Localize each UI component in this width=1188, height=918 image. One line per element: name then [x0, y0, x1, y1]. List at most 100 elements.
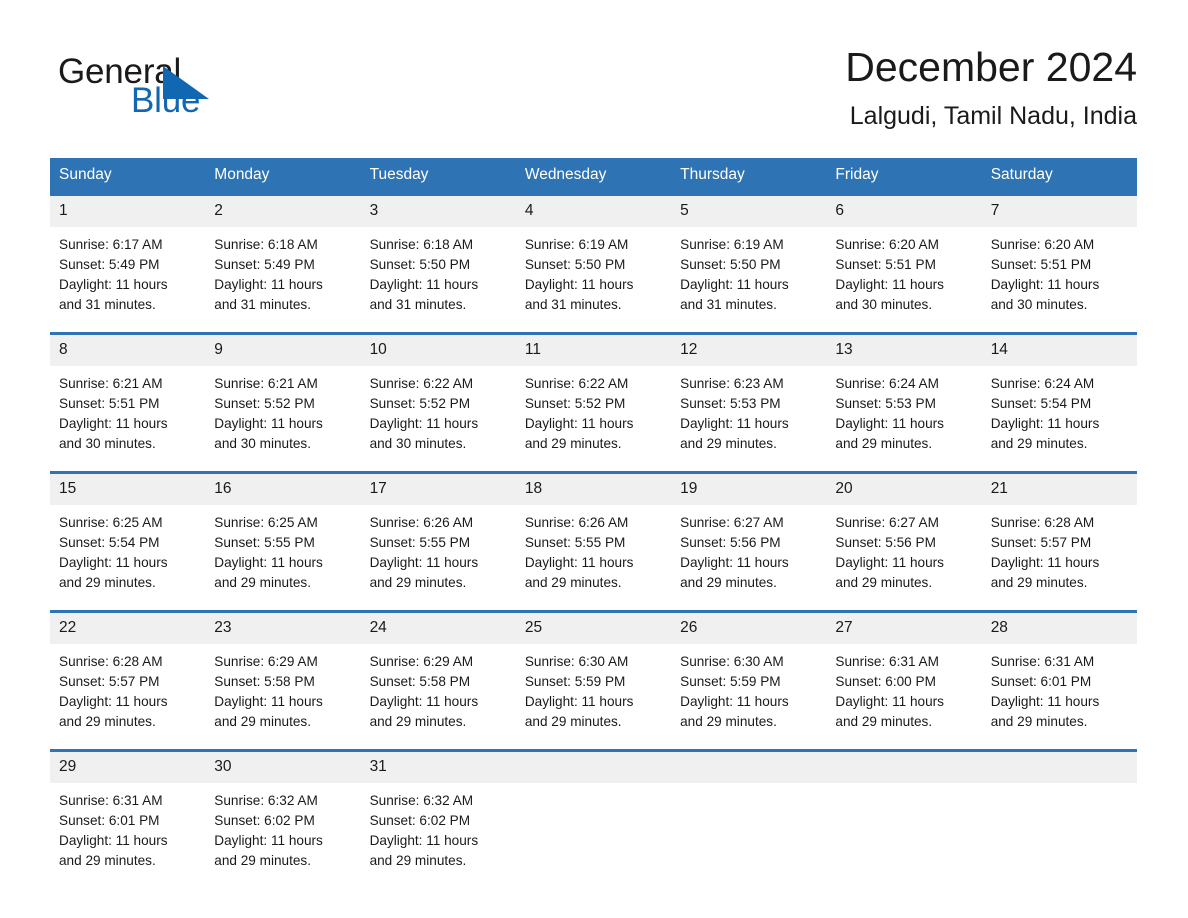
day-details: Sunrise: 6:23 AM Sunset: 5:53 PM Daylight:… — [671, 366, 826, 454]
calendar-day-cell[interactable]: 13 Sunrise: 6:24 AM Sunset: 5:53 PM Dayligh… — [826, 332, 982, 451]
sunrise-time: Sunrise: 6:21 AM — [214, 376, 318, 391]
sunrise-time: Sunrise: 6:32 AM — [214, 793, 318, 808]
daylight-duration-line1: Daylight: 11 hours — [990, 277, 1100, 292]
daylight-duration-line1: Daylight: 11 hours — [990, 694, 1100, 709]
calendar-day-cell[interactable]: 8 Sunrise: 6:21 AM Sunset: 5:51 PM Daylight… — [50, 332, 206, 454]
day-cell-inner: 14 Sunrise: 6:24 AM Sunset: 5:54 PM Dayligh… — [981, 335, 1137, 454]
title-block: December 2024 Lalgudi, Tamil Nadu, India — [845, 40, 1137, 132]
calendar-day-cell — [826, 749, 982, 868]
day-details: Sunrise: 6:27 AM Sunset: 5:56 PM Daylight:… — [671, 505, 826, 593]
calendar-day-cell[interactable]: 20 Sunrise: 6:27 AM Sunset: 5:56 PM Dayligh… — [826, 471, 982, 590]
calendar-header-row: Sunday Monday Tuesday Wednesday Thursday… — [50, 158, 1137, 195]
day-number: 23 — [205, 613, 361, 644]
day-cell-inner: 4 Sunrise: 6:19 AM Sunset: 5:50 PM Daylight… — [515, 196, 672, 315]
day-cell-inner: 2 Sunrise: 6:18 AM Sunset: 5:49 PM Daylight… — [205, 196, 361, 312]
daylight-duration-line1: Daylight: 11 hours — [214, 277, 323, 292]
calendar-day-cell[interactable]: 14 Sunrise: 6:24 AM Sunset: 5:54 PM Dayligh… — [981, 332, 1137, 454]
day-number: 18 — [515, 474, 672, 505]
calendar-day-cell[interactable]: 2 Sunrise: 6:18 AM Sunset: 5:49 PM Daylight… — [205, 193, 361, 312]
day-cell-inner — [826, 752, 982, 868]
daylight-duration-line1: Daylight: 11 hours — [680, 416, 789, 431]
generalblue-logo[interactable]: General Blue — [58, 52, 318, 130]
daylight-duration-line1: Daylight: 11 hours — [680, 694, 789, 709]
calendar-day-cell[interactable]: 27 Sunrise: 6:31 AM Sunset: 6:00 PM Dayligh… — [826, 610, 982, 729]
calendar-day-cell[interactable]: 21 Sunrise: 6:28 AM Sunset: 5:57 PM Dayligh… — [981, 471, 1137, 590]
day-cell-inner: 8 Sunrise: 6:21 AM Sunset: 5:51 PM Daylight… — [50, 335, 206, 454]
day-number: 11 — [515, 335, 672, 366]
day-details: Sunrise: 6:19 AM Sunset: 5:50 PM Daylight:… — [516, 227, 671, 315]
sunset-time: Sunset: 5:57 PM — [59, 674, 160, 689]
day-number: 5 — [671, 196, 827, 227]
day-number: 25 — [515, 613, 672, 644]
day-details: Sunrise: 6:21 AM Sunset: 5:51 PM Daylight:… — [50, 366, 205, 454]
day-number: 8 — [50, 335, 206, 366]
calendar-week-row: 1 Sunrise: 6:17 AM Sunset: 5:49 PM Daylight… — [50, 193, 1137, 315]
calendar-day-cell[interactable]: 4 Sunrise: 6:19 AM Sunset: 5:50 PM Daylight… — [515, 193, 672, 315]
sunset-time: Sunset: 5:56 PM — [680, 535, 781, 550]
calendar-day-cell[interactable]: 24 Sunrise: 6:29 AM Sunset: 5:58 PM Dayligh… — [360, 610, 516, 729]
daylight-duration-line1: Daylight: 11 hours — [835, 555, 944, 570]
daylight-duration-line1: Daylight: 11 hours — [369, 555, 479, 570]
calendar-day-cell[interactable]: 12 Sunrise: 6:23 AM Sunset: 5:53 PM Dayligh… — [671, 332, 827, 454]
sunset-time: Sunset: 5:51 PM — [835, 257, 936, 272]
daylight-duration-line1: Daylight: 11 hours — [680, 277, 789, 292]
day-number: 26 — [671, 613, 827, 644]
day-number: 2 — [205, 196, 361, 227]
day-number: 10 — [360, 335, 516, 366]
calendar-day-cell[interactable]: 16 Sunrise: 6:25 AM Sunset: 5:55 PM Dayligh… — [205, 471, 361, 590]
day-number: 31 — [360, 752, 516, 783]
sunrise-time: Sunrise: 6:22 AM — [524, 376, 629, 391]
day-number: 16 — [205, 474, 361, 505]
calendar-day-cell[interactable]: 18 Sunrise: 6:26 AM Sunset: 5:55 PM Dayligh… — [515, 471, 672, 590]
page-header: General Blue December 2024 Lalgudi, Tami… — [50, 40, 1137, 150]
calendar-day-cell[interactable]: 1 Sunrise: 6:17 AM Sunset: 5:49 PM Daylight… — [50, 193, 206, 315]
sunset-time: Sunset: 5:54 PM — [59, 535, 160, 550]
week-spacer — [50, 451, 1137, 473]
calendar-day-cell[interactable]: 15 Sunrise: 6:25 AM Sunset: 5:54 PM Dayligh… — [50, 471, 206, 593]
calendar-day-cell[interactable]: 6 Sunrise: 6:20 AM Sunset: 5:51 PM Daylight… — [826, 193, 982, 312]
day-details: Sunrise: 6:25 AM Sunset: 5:54 PM Daylight:… — [50, 505, 205, 593]
calendar-day-cell[interactable]: 22 Sunrise: 6:28 AM Sunset: 5:57 PM Dayligh… — [50, 610, 206, 729]
day-details: Sunrise: 6:32 AM Sunset: 6:02 PM Daylight:… — [361, 783, 516, 871]
calendar-day-cell[interactable]: 31 Sunrise: 6:32 AM Sunset: 6:02 PM Dayligh… — [360, 749, 516, 871]
calendar-day-cell[interactable]: 23 Sunrise: 6:29 AM Sunset: 5:58 PM Dayligh… — [205, 610, 361, 729]
day-details: Sunrise: 6:24 AM Sunset: 5:54 PM Daylight:… — [982, 366, 1137, 454]
calendar-week-row: 8 Sunrise: 6:21 AM Sunset: 5:51 PM Daylight… — [50, 332, 1137, 454]
sunset-time: Sunset: 5:53 PM — [835, 396, 936, 411]
day-cell-inner: 22 Sunrise: 6:28 AM Sunset: 5:57 PM Dayligh… — [50, 613, 206, 729]
sunset-time: Sunset: 5:55 PM — [214, 535, 315, 550]
calendar-day-cell[interactable]: 7 Sunrise: 6:20 AM Sunset: 5:51 PM Daylight… — [981, 193, 1137, 312]
calendar-day-cell[interactable]: 11 Sunrise: 6:22 AM Sunset: 5:52 PM Dayligh… — [515, 332, 672, 451]
calendar-day-cell[interactable]: 9 Sunrise: 6:21 AM Sunset: 5:52 PM Daylight… — [205, 332, 361, 451]
calendar-day-cell[interactable]: 19 Sunrise: 6:27 AM Sunset: 5:56 PM Dayligh… — [671, 471, 827, 593]
calendar-day-cell[interactable]: 5 Sunrise: 6:19 AM Sunset: 5:50 PM Daylight… — [671, 193, 827, 312]
sunrise-sunset-calendar: Sunday Monday Tuesday Wednesday Thursday… — [50, 158, 1137, 868]
sunrise-time: Sunrise: 6:21 AM — [59, 376, 163, 391]
sunrise-time: Sunrise: 6:27 AM — [680, 515, 784, 530]
calendar-day-cell[interactable]: 29 Sunrise: 6:31 AM Sunset: 6:01 PM Dayligh… — [50, 749, 206, 868]
calendar-day-cell[interactable]: 10 Sunrise: 6:22 AM Sunset: 5:52 PM Dayligh… — [360, 332, 516, 454]
day-cell-inner: 6 Sunrise: 6:20 AM Sunset: 5:51 PM Daylight… — [826, 196, 982, 312]
day-details: Sunrise: 6:17 AM Sunset: 5:49 PM Daylight:… — [50, 227, 205, 315]
calendar-day-cell[interactable]: 25 Sunrise: 6:30 AM Sunset: 5:59 PM Dayligh… — [515, 610, 672, 729]
calendar-day-cell[interactable]: 3 Sunrise: 6:18 AM Sunset: 5:50 PM Daylight… — [360, 193, 516, 312]
day-cell-inner: 31 Sunrise: 6:32 AM Sunset: 6:02 PM Dayligh… — [360, 752, 516, 871]
sunrise-time: Sunrise: 6:23 AM — [680, 376, 784, 391]
sunrise-time: Sunrise: 6:29 AM — [369, 654, 474, 669]
calendar-day-cell[interactable]: 30 Sunrise: 6:32 AM Sunset: 6:02 PM Dayligh… — [205, 749, 361, 871]
day-number: 6 — [826, 196, 982, 227]
day-details: Sunrise: 6:22 AM Sunset: 5:52 PM Daylight:… — [361, 366, 516, 454]
sunset-time: Sunset: 5:55 PM — [524, 535, 626, 550]
day-cell-inner: 5 Sunrise: 6:19 AM Sunset: 5:50 PM Daylight… — [671, 196, 827, 312]
calendar-day-cell[interactable]: 26 Sunrise: 6:30 AM Sunset: 5:59 PM Dayligh… — [671, 610, 827, 729]
calendar-day-cell[interactable]: 17 Sunrise: 6:26 AM Sunset: 5:55 PM Dayligh… — [360, 471, 516, 590]
sunset-time: Sunset: 5:58 PM — [369, 674, 471, 689]
day-details: Sunrise: 6:32 AM Sunset: 6:02 PM Daylight:… — [205, 783, 360, 871]
sunset-time: Sunset: 6:02 PM — [369, 813, 471, 828]
daylight-duration-line1: Daylight: 11 hours — [524, 555, 634, 570]
day-cell-inner: 7 Sunrise: 6:20 AM Sunset: 5:51 PM Daylight… — [981, 196, 1137, 312]
sunset-time: Sunset: 5:52 PM — [524, 396, 626, 411]
day-number: 13 — [826, 335, 982, 366]
calendar-day-cell[interactable]: 28 Sunrise: 6:31 AM Sunset: 6:01 PM Dayligh… — [981, 610, 1137, 729]
daylight-duration-line1: Daylight: 11 hours — [59, 694, 168, 709]
